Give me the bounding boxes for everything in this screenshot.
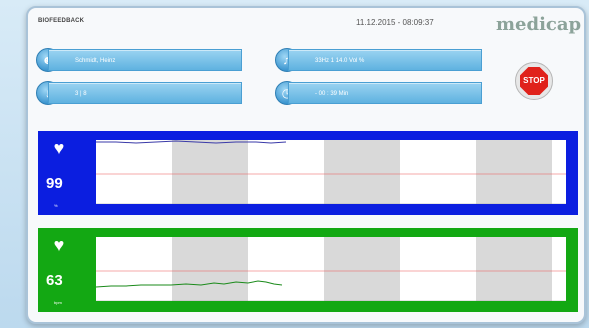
app-title: BIOFEEDBACK [38, 18, 85, 24]
pulse-panel: ♥ 63 bpm [38, 228, 578, 312]
pulse-plot [96, 237, 566, 301]
heart-icon: ♥ [53, 138, 65, 158]
frequency-volume-field[interactable]: 33Hz 1 14.0 Vol % [288, 49, 482, 71]
spo2-value: 99 [46, 175, 63, 192]
spo2-plot [96, 140, 566, 204]
pulse-unit: bpm [54, 300, 62, 305]
spo2-panel: ♥ 99 % [38, 131, 578, 215]
datetime: 11.12.2015 - 08:09:37 [356, 18, 434, 27]
stop-button[interactable]: STOP [515, 62, 553, 100]
level-field[interactable]: 3 | 8 [48, 82, 242, 104]
logo-text: medicap [496, 14, 582, 35]
patient-name-field[interactable]: Schmidt, Heinz [48, 49, 242, 71]
session-time-field[interactable]: - 00 : 39 Min [288, 82, 482, 104]
spo2-unit: % [54, 203, 58, 208]
pulse-value: 63 [46, 272, 63, 289]
heart-icon: ♥ [53, 235, 65, 255]
app-window: BIOFEEDBACK 11.12.2015 - 08:09:37 medica… [26, 6, 586, 324]
stop-label: STOP [520, 67, 548, 95]
medicap-logo: medicap [496, 14, 581, 35]
